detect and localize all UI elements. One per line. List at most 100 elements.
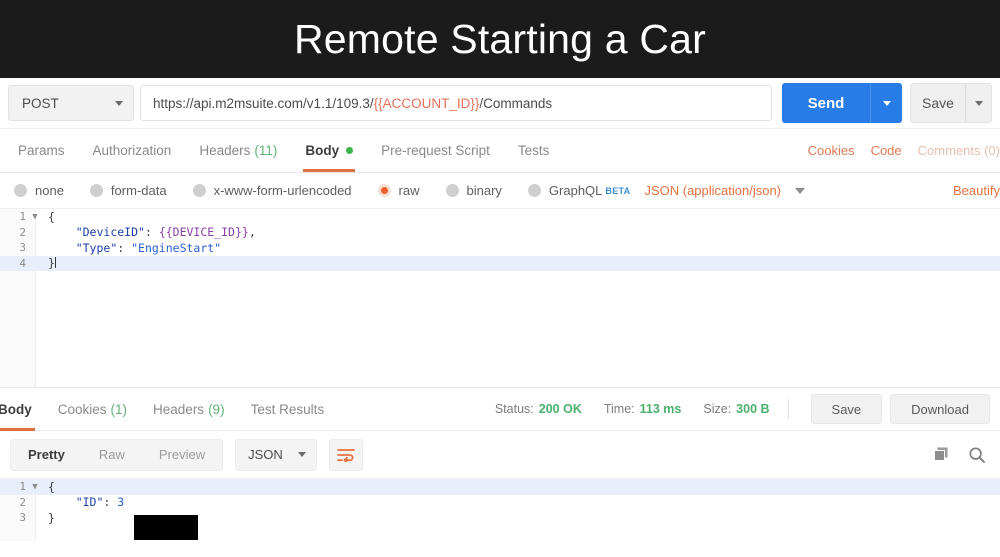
beautify-link[interactable]: Beautify <box>953 183 1000 198</box>
view-mode-raw[interactable]: Raw <box>82 440 142 470</box>
url-variable: {{ACCOUNT_ID}} <box>373 95 480 111</box>
search-response-button[interactable] <box>962 440 992 470</box>
tab-tests[interactable]: Tests <box>504 129 564 172</box>
body-type-form-data[interactable]: form-data <box>89 183 167 198</box>
request-body-editor[interactable]: 1 ▼ {2 "DeviceID": {{DEVICE_ID}}, 3 "Type":… <box>0 209 1000 387</box>
code-text: "Type": "EngineStart" <box>75 240 222 255</box>
time-label: Time: <box>603 402 635 416</box>
copy-response-button[interactable] <box>926 440 956 470</box>
body-type-none[interactable]: none <box>14 183 64 198</box>
body-type-label: GraphQL <box>548 183 603 198</box>
status-value: 200 OK <box>538 402 582 416</box>
tab-label: Tests <box>517 143 550 158</box>
status-label: Status: <box>494 402 534 416</box>
line-number: 1 <box>19 210 26 224</box>
comments-link[interactable]: Comments (0) <box>910 143 1000 158</box>
text-cursor <box>54 257 56 269</box>
page-title: Remote Starting a Car <box>293 15 707 62</box>
request-tab-bar: Params Authorization Headers (11) Body P… <box>0 129 1000 173</box>
code-text: { <box>48 209 55 224</box>
body-type-label: none <box>35 183 64 198</box>
body-type-row: none form-data x-www-form-urlencoded raw… <box>0 173 1000 209</box>
send-button[interactable]: Send <box>782 83 902 123</box>
time-value: 113 ms <box>639 402 682 416</box>
body-type-urlencoded[interactable]: x-www-form-urlencoded <box>192 183 352 198</box>
code-line: 1 ▼ { <box>0 209 1000 225</box>
word-wrap-button[interactable] <box>329 438 364 471</box>
size-label: Size: <box>703 402 732 416</box>
radio-icon <box>527 184 541 197</box>
save-response-button[interactable]: Save <box>810 394 883 424</box>
response-tab-test-results[interactable]: Test Results <box>238 387 338 431</box>
response-time: Time: 113 ms <box>604 402 682 416</box>
radio-icon <box>445 184 459 197</box>
radio-selected-icon <box>377 184 391 197</box>
response-tab-cookies[interactable]: Cookies (1) <box>45 387 140 431</box>
body-type-raw[interactable]: raw <box>377 183 420 198</box>
line-number: 2 <box>19 225 26 239</box>
fold-toggle-icon[interactable]: ▼ <box>30 482 40 492</box>
tab-authorization[interactable]: Authorization <box>79 129 186 172</box>
response-format-select[interactable]: JSON <box>235 438 318 471</box>
download-response-label: Download <box>911 401 969 417</box>
code-text: "DeviceID": {{DEVICE_ID}}, <box>75 225 256 240</box>
tab-body[interactable]: Body <box>291 129 367 172</box>
tab-label: Test Results <box>250 401 325 417</box>
line-number: 3 <box>19 241 26 255</box>
response-view-mode-group: Pretty Raw Preview <box>10 438 224 471</box>
response-status: Status: 200 OK <box>495 402 582 416</box>
request-url-bar: POST https://api.m2msuite.com/v1.1/109.3… <box>0 78 1000 129</box>
http-method-select[interactable]: POST <box>8 85 134 121</box>
chevron-down-icon <box>795 187 806 194</box>
response-format-value: JSON <box>248 447 283 462</box>
save-request-label: Save <box>922 95 954 111</box>
search-icon <box>969 446 985 463</box>
request-code-area[interactable]: 1 ▼ {2 "DeviceID": {{DEVICE_ID}}, 3 "Type":… <box>0 209 1000 387</box>
content-type-select[interactable]: JSON (application/json) <box>644 183 806 198</box>
code-text: } <box>48 510 55 525</box>
line-number: 2 <box>19 495 26 509</box>
http-method-value: POST <box>22 95 59 111</box>
url-prefix: https://api.m2msuite.com/v1.1/109.3/ <box>153 95 374 111</box>
tab-label: Body <box>305 143 340 158</box>
code-text: "ID": 3 <box>75 495 125 510</box>
title-banner: Remote Starting a Car <box>0 0 1000 78</box>
cookies-link[interactable]: Cookies <box>800 143 863 158</box>
response-size: Size: 300 B <box>703 402 769 416</box>
code-line: 4} <box>0 255 1000 271</box>
code-line: 2 "ID": 3 <box>0 495 1000 511</box>
content-type-value: JSON (application/json) <box>644 183 782 198</box>
save-options-button[interactable] <box>965 84 991 122</box>
view-mode-preview[interactable]: Preview <box>142 440 222 470</box>
chevron-down-icon <box>882 100 891 106</box>
url-input[interactable]: https://api.m2msuite.com/v1.1/109.3/{{AC… <box>140 85 772 121</box>
radio-icon <box>89 184 103 197</box>
response-tab-bar: Body Cookies (1) Headers (9) Test Result… <box>0 387 1000 431</box>
save-response-label: Save <box>831 401 862 417</box>
divider <box>787 399 789 419</box>
download-response-button[interactable]: Download <box>890 394 990 424</box>
size-value: 300 B <box>736 402 770 416</box>
body-type-binary[interactable]: binary <box>445 183 502 198</box>
code-link[interactable]: Code <box>863 143 910 158</box>
url-suffix: /Commands <box>479 95 553 111</box>
tab-label: Body <box>0 401 32 417</box>
body-type-graphql[interactable]: GraphQL BETA <box>527 183 631 198</box>
response-tab-headers[interactable]: Headers (9) <box>140 387 238 431</box>
response-tab-body[interactable]: Body <box>0 387 45 431</box>
tab-params[interactable]: Params <box>4 129 79 172</box>
tab-label: Pre-request Script <box>381 143 490 158</box>
tab-count: (11) <box>254 143 278 158</box>
save-request-button[interactable]: Save <box>910 83 992 123</box>
chevron-down-icon <box>115 100 123 106</box>
tab-pre-request-script[interactable]: Pre-request Script <box>367 129 504 172</box>
word-wrap-icon <box>337 448 356 462</box>
send-options-button[interactable] <box>870 83 902 123</box>
tab-headers[interactable]: Headers (11) <box>185 129 291 172</box>
tab-bar-spacer <box>563 129 799 172</box>
body-present-dot-icon <box>346 147 354 154</box>
body-type-label: form-data <box>110 183 167 198</box>
code-line: 1 ▼ { <box>0 479 1000 495</box>
fold-toggle-icon[interactable]: ▼ <box>30 212 40 222</box>
view-mode-pretty[interactable]: Pretty <box>11 440 82 470</box>
